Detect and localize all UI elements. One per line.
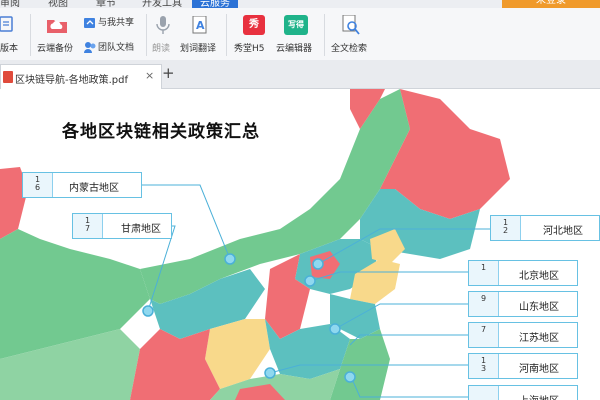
region-label-gansu: 1 7 甘肃地区 <box>72 213 172 239</box>
region-label-shanghai: 上海地区 <box>468 385 578 400</box>
region-name: 山东地区 <box>519 302 559 313</box>
document-tab-name: 区块链导航-各地政策.pdf <box>15 75 129 86</box>
xiutang-icon[interactable]: 秀 <box>243 15 265 35</box>
cloud-folder-icon[interactable] <box>46 16 68 34</box>
location-dot-jiangsu <box>344 371 356 383</box>
region-label-shandong: 9 山东地区 <box>468 291 578 317</box>
region-label-inner-mongolia: 1 6 内蒙古地区 <box>22 172 142 198</box>
region-name: 江苏地区 <box>519 333 559 344</box>
region-count <box>469 386 499 400</box>
share-icon[interactable] <box>84 14 96 28</box>
ribbon-fulltext-search-label[interactable]: 全文检索 <box>331 41 367 54</box>
document-page: 各地区块链相关政策汇总 1 6 内蒙古地区 1 7 甘肃地区 1 2 河北地区 … <box>0 89 600 400</box>
ribbon-separator <box>146 14 147 56</box>
menu-tab-section[interactable]: 章节 <box>96 0 116 8</box>
location-dot-shandong <box>329 323 341 335</box>
region-name: 河北地区 <box>543 226 583 237</box>
ribbon-version-label[interactable]: 版本 <box>0 41 18 54</box>
ribbon-shared-label[interactable]: 与我共享 <box>98 15 134 28</box>
region-name: 内蒙古地区 <box>69 183 119 194</box>
location-dot-henan <box>264 367 276 379</box>
region-count: 9 <box>469 292 499 316</box>
region-count: 1 2 <box>491 216 521 240</box>
ribbon-xiutang-label[interactable]: 秀堂H5 <box>234 41 265 54</box>
location-dot-beijing <box>304 275 316 287</box>
search-doc-icon[interactable] <box>342 14 360 35</box>
ribbon-cloud-editor-label[interactable]: 云编辑器 <box>276 41 312 54</box>
svg-text:A: A <box>196 19 205 32</box>
menu-tab-view[interactable]: 视图 <box>48 0 68 8</box>
region-name: 甘肃地区 <box>121 224 161 235</box>
region-label-jiangsu: 7 江苏地区 <box>468 322 578 348</box>
location-dot-inner-mongolia <box>224 253 236 265</box>
ribbon-toolbar: 版本 云端备份 与我共享 团队文档 朗读 A 划词翻译 秀 秀堂H5 写得 云编… <box>0 8 600 61</box>
region-label-beijing: 1 北京地区 <box>468 260 578 286</box>
ribbon-separator <box>226 14 227 56</box>
close-tab-icon[interactable]: × <box>145 69 154 82</box>
ribbon-separator <box>324 14 325 56</box>
region-name: 河南地区 <box>519 364 559 375</box>
team-doc-icon[interactable] <box>84 38 96 53</box>
menu-tab-cloud-service[interactable]: 云服务 <box>192 0 238 8</box>
location-dot-hebei <box>312 258 324 270</box>
menu-tab-developer[interactable]: 开发工具 <box>142 0 182 8</box>
pdf-file-icon <box>3 71 13 83</box>
menu-tab-review[interactable]: 审阅 <box>0 0 20 8</box>
ribbon-team-doc-label[interactable]: 团队文档 <box>98 40 134 53</box>
region-count: 1 6 <box>23 173 53 197</box>
ribbon-separator <box>30 14 31 56</box>
translate-icon[interactable]: A <box>192 15 208 34</box>
region-count: 1 3 <box>469 354 499 378</box>
page-title: 各地区块链相关政策汇总 <box>62 122 260 142</box>
ribbon-translate-label[interactable]: 划词翻译 <box>180 41 216 54</box>
document-tab-bar: 区块链导航-各地政策.pdf × + <box>0 60 600 89</box>
region-name: 北京地区 <box>519 271 559 282</box>
cloud-editor-icon[interactable]: 写得 <box>284 15 308 35</box>
region-count: 7 <box>469 323 499 347</box>
microphone-icon[interactable] <box>156 16 170 34</box>
menu-bar: 审阅 视图 章节 开发工具 云服务 未登录 <box>0 0 600 8</box>
region-label-hebei: 1 2 河北地区 <box>490 215 600 241</box>
region-count: 1 7 <box>73 214 103 238</box>
region-count: 1 <box>469 261 499 285</box>
region-label-henan: 1 3 河南地区 <box>468 353 578 379</box>
region-name: 上海地区 <box>519 392 559 400</box>
document-tab[interactable]: 区块链导航-各地政策.pdf × <box>0 64 162 89</box>
ribbon-cloud-backup-label[interactable]: 云端备份 <box>37 41 73 54</box>
ribbon-read-aloud-label[interactable]: 朗读 <box>152 41 170 54</box>
add-tab-icon[interactable]: + <box>162 64 175 82</box>
location-dot-gansu <box>142 305 154 317</box>
login-button[interactable]: 未登录 <box>502 0 600 8</box>
version-icon[interactable] <box>0 16 14 32</box>
